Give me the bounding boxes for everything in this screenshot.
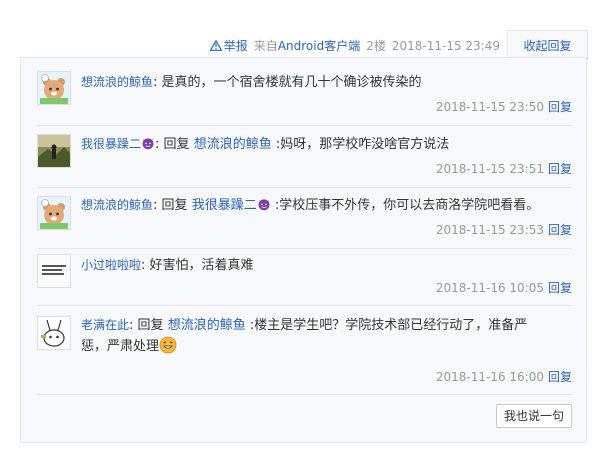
reply-link[interactable]: 回复 [548, 223, 572, 237]
reply-item: 老满在此: 回复 想流浪的鲸鱼 :楼主是学生吧？学院技术部已经行动了，准备严惩，… [21, 306, 586, 395]
reply-word: 回复 [137, 318, 164, 333]
reply-content: 好害怕，活着真难 [149, 258, 254, 273]
reply-text: 小过啦啦啦: 好害怕，活着真难 [81, 255, 561, 276]
reply-time: 2018-11-15 23:53 [435, 223, 544, 237]
reply-author[interactable]: 想流浪的鲸鱼 [81, 198, 153, 212]
bear-avatar-icon [38, 72, 70, 104]
avatar[interactable] [37, 196, 71, 230]
reply-word: 回复 [163, 137, 190, 152]
text-avatar-icon [38, 255, 70, 287]
reply-footer: 2018-11-15 23:50 回复 [436, 98, 572, 115]
landscape-avatar-icon [38, 135, 70, 167]
reply-item: 小过啦啦啦: 好害怕，活着真难 2018-11-16 10:05 回复 [21, 249, 586, 306]
reply-text: 想流浪的鲸鱼: 是真的，一个宿舍楼就有几十个确诊被传染的 [81, 72, 561, 93]
rabbit-avatar-icon [38, 317, 70, 349]
reply-footer: 2018-11-15 23:53 回复 [436, 221, 572, 238]
floor-number: 2楼 [366, 39, 386, 53]
warning-icon [209, 39, 223, 53]
reply-link[interactable]: 回复 [548, 281, 572, 295]
reply-target[interactable]: 想流浪的鲸鱼 [168, 318, 246, 333]
reply-time: 2018-11-15 23:51 [435, 162, 544, 176]
reply-author[interactable]: 老满在此 [81, 318, 129, 332]
reply-content: 是真的，一个宿舍楼就有几十个确诊被传染的 [161, 75, 422, 90]
client-link[interactable]: Android客户端 [278, 39, 360, 53]
devil-emoji-icon [257, 198, 271, 213]
avatar[interactable] [37, 134, 71, 168]
reply-footer: 2018-11-16 10:05 回复 [436, 279, 572, 296]
reply-author[interactable]: 我很暴躁二 [81, 137, 141, 151]
avatar[interactable] [37, 71, 71, 105]
reply-author[interactable]: 小过啦啦啦 [81, 258, 141, 272]
reply-link[interactable]: 回复 [548, 162, 572, 176]
from-label: 来自 [253, 39, 278, 53]
reply-target[interactable]: 我很暴躁二 [192, 198, 257, 213]
write-reply-button[interactable]: 我也说一句 [496, 404, 572, 428]
reply-panel: 想流浪的鲸鱼: 是真的，一个宿舍楼就有几十个确诊被传染的 2018-11-15 … [20, 57, 587, 443]
reply-content: 妈呀，那学校咋没啥官方说法 [280, 137, 450, 152]
report-label: 举报 [223, 39, 248, 53]
divider [37, 394, 572, 395]
post-timestamp: 2018-11-15 23:49 [391, 39, 500, 53]
reply-link[interactable]: 回复 [548, 370, 572, 384]
reply-time: 2018-11-16 10:05 [435, 281, 544, 295]
report-link[interactable]: 举报 [209, 39, 248, 53]
collapse-replies-button[interactable]: 收起回复 [507, 30, 588, 60]
bear-avatar-icon [38, 197, 70, 229]
reply-author[interactable]: 想流浪的鲸鱼 [81, 75, 153, 89]
reply-item: 想流浪的鲸鱼: 回复 我很暴躁二 :学校压事不外传，你可以去商洛学院吧看看。 2… [21, 188, 586, 249]
grinning-emoji-icon [159, 336, 177, 354]
reply-time: 2018-11-16 16:00 [435, 370, 544, 384]
reply-footer: 2018-11-16 16:00 回复 [436, 368, 572, 385]
reply-footer: 2018-11-15 23:51 回复 [436, 160, 572, 177]
reply-word: 回复 [161, 198, 188, 213]
reply-text: 老满在此: 回复 想流浪的鲸鱼 :楼主是学生吧？学院技术部已经行动了，准备严惩，… [81, 318, 528, 354]
devil-emoji-icon [141, 137, 155, 152]
reply-time: 2018-11-15 23:50 [435, 100, 544, 114]
reply-content: 学校压事不外传，你可以去商洛学院吧看看。 [279, 198, 540, 213]
separator: : [153, 75, 158, 90]
avatar[interactable] [37, 254, 71, 288]
post-meta-line: 举报 来自Android客户端 2楼 2018-11-15 23:49 [209, 37, 500, 54]
reply-item: 我很暴躁二: 回复 想流浪的鲸鱼 :妈呀，那学校咋没啥官方说法 2018-11-… [21, 126, 586, 188]
reply-link[interactable]: 回复 [548, 100, 572, 114]
reply-text: 想流浪的鲸鱼: 回复 我很暴躁二 :学校压事不外传，你可以去商洛学院吧看看。 [81, 198, 540, 213]
reply-item: 想流浪的鲸鱼: 是真的，一个宿舍楼就有几十个确诊被传染的 2018-11-15 … [21, 58, 586, 126]
separator: : [141, 258, 146, 273]
post-meta-bar: 举报 来自Android客户端 2楼 2018-11-15 23:49 收起回复 [0, 30, 596, 60]
reply-target[interactable]: 想流浪的鲸鱼 [194, 137, 272, 152]
avatar[interactable] [37, 316, 71, 350]
reply-text: 我很暴躁二: 回复 想流浪的鲸鱼 :妈呀，那学校咋没啥官方说法 [81, 137, 450, 152]
